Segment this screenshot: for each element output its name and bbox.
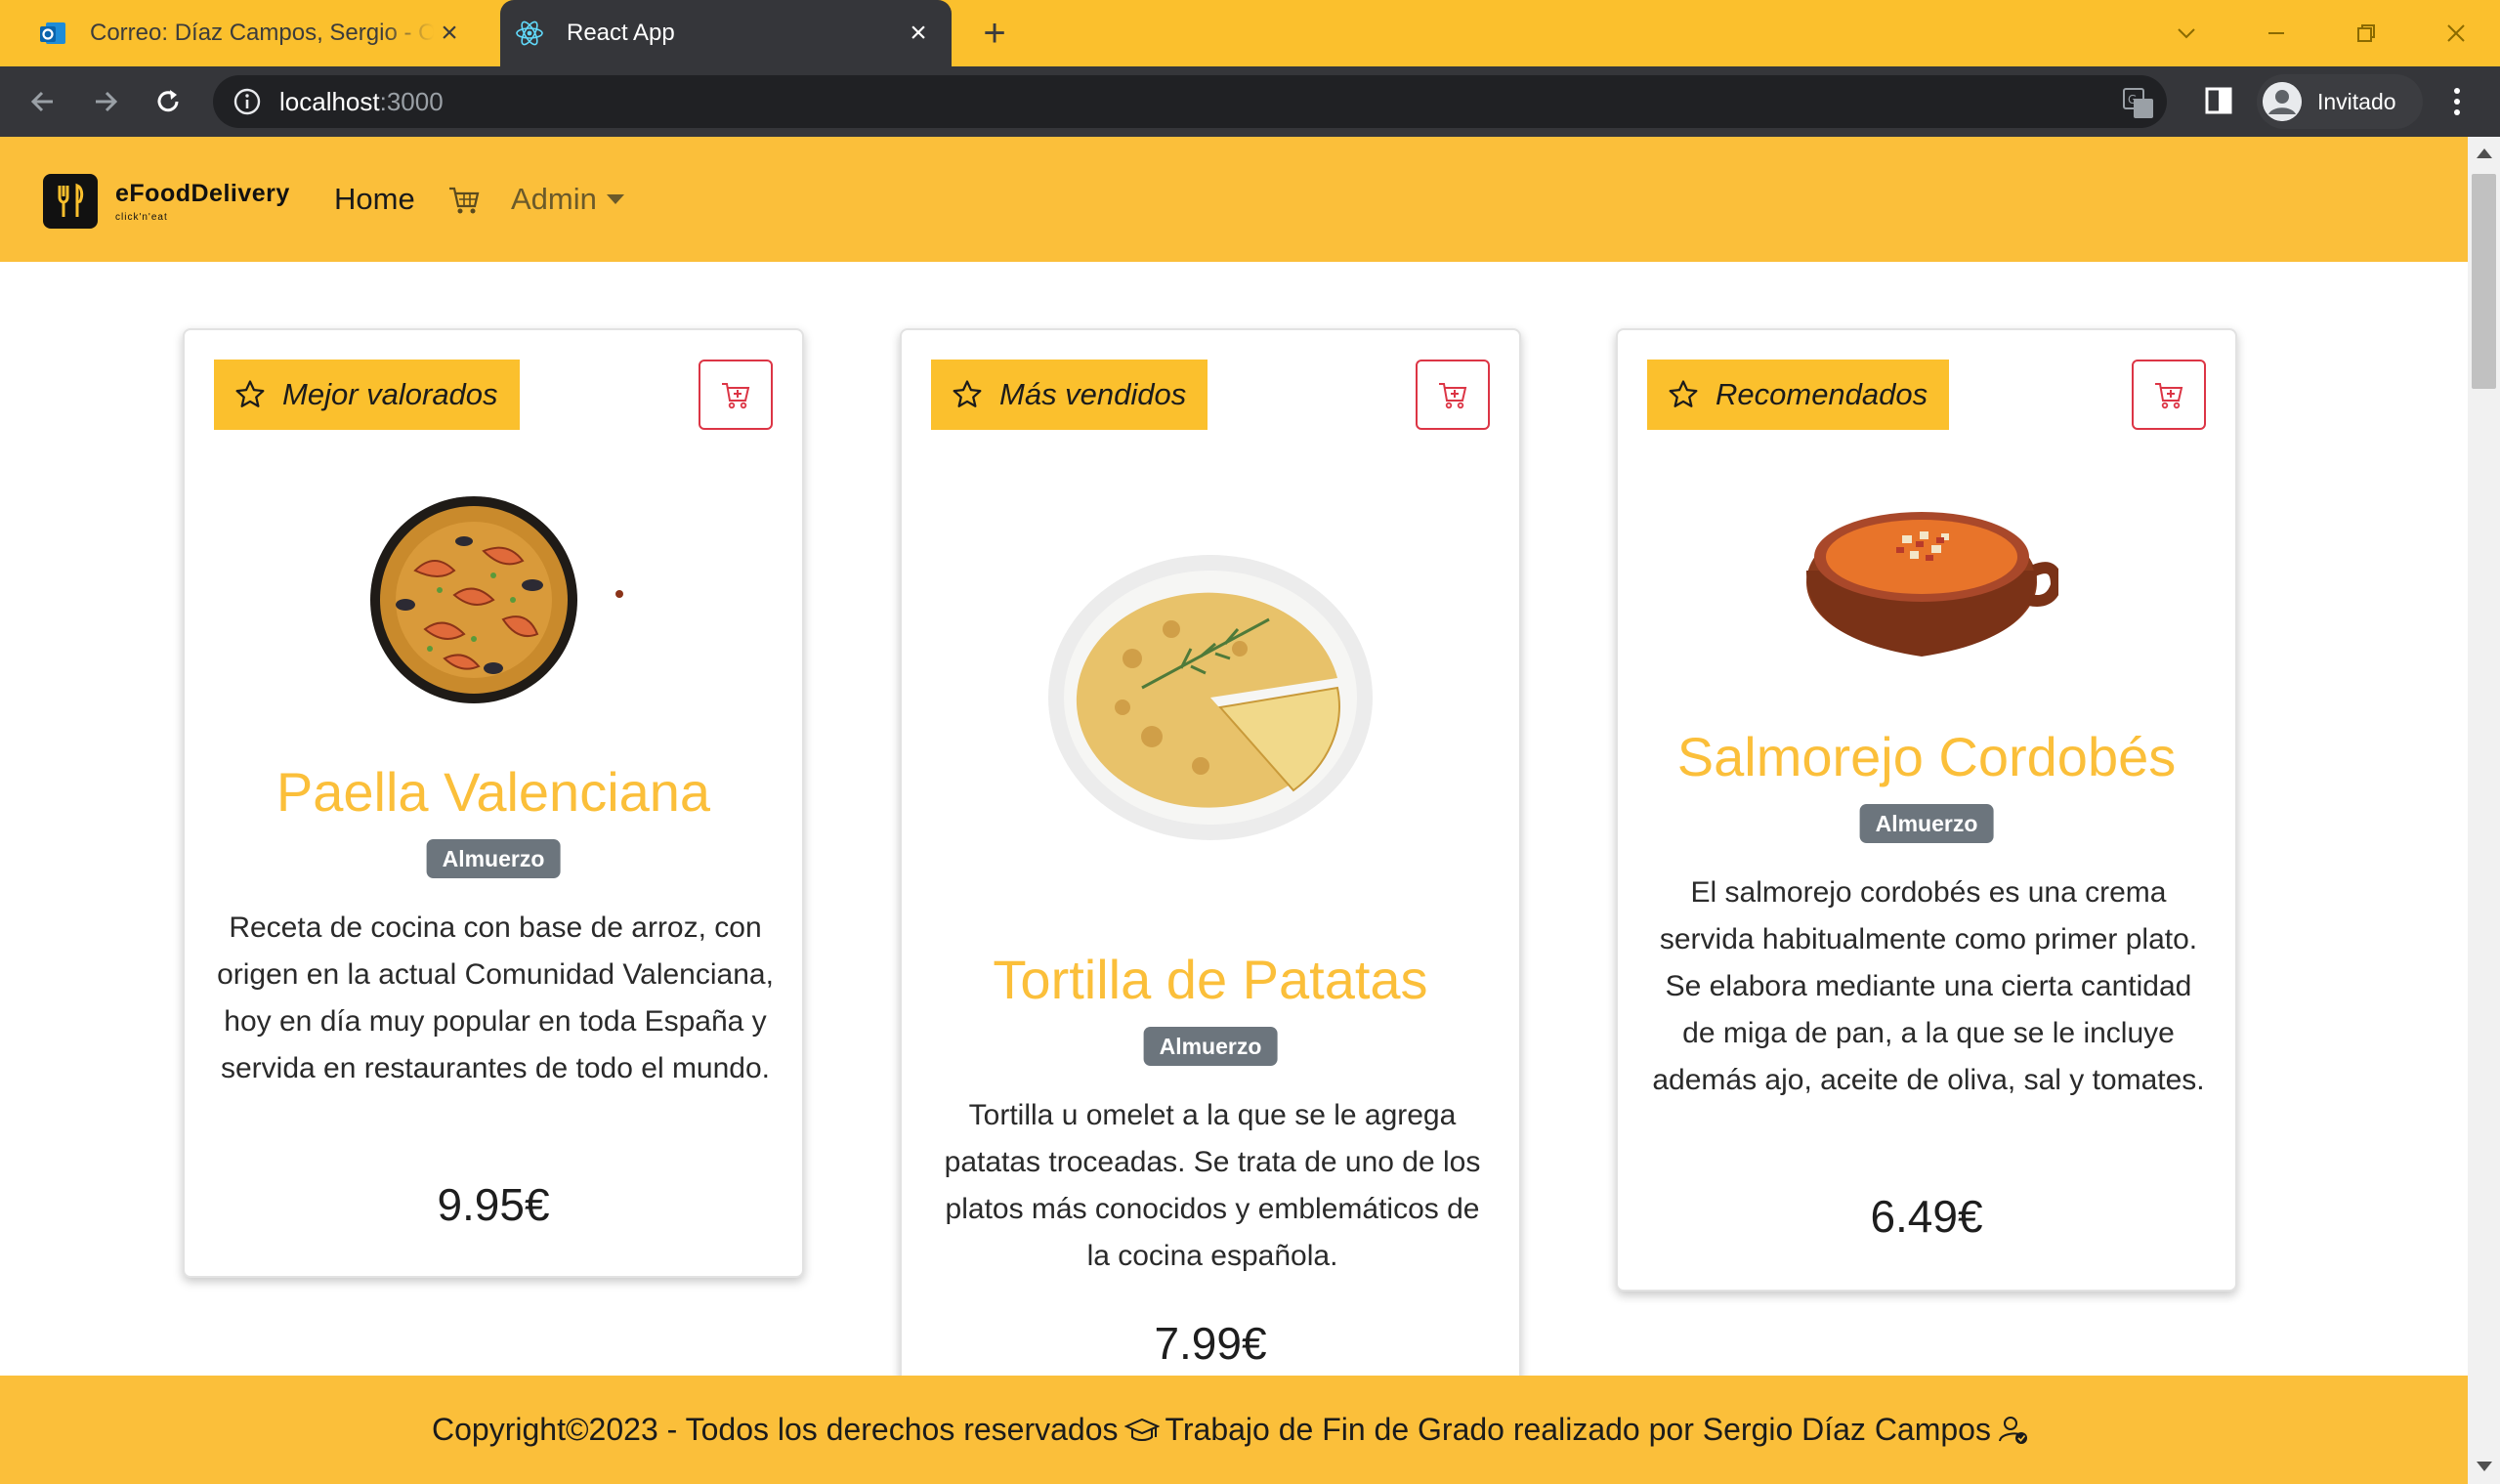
profile-button[interactable]: Invitado <box>2257 74 2423 129</box>
add-to-cart-button[interactable] <box>2132 360 2206 430</box>
site-footer: Copyright©2023 - Todos los derechos rese… <box>0 1376 2468 1484</box>
dish-description: Tortilla u omelet a la que se le agrega … <box>944 1099 1481 1272</box>
nav-home-link[interactable]: Home <box>334 182 415 217</box>
scroll-down-icon[interactable] <box>2477 1462 2492 1471</box>
tab-outlook[interactable]: Correo: Díaz Campos, Sergio - Outlook × <box>23 0 483 66</box>
dish-price: 9.95€ <box>437 1179 550 1230</box>
dish-description: El salmorejo cordobés es una crema servi… <box>1652 876 2205 1096</box>
add-to-cart-button[interactable] <box>699 360 773 430</box>
brand-name: eFoodDelivery <box>115 180 290 207</box>
brand-slogan: click'n'eat <box>115 212 168 223</box>
paella-image <box>185 492 802 707</box>
browser-tab-strip: Correo: Díaz Campos, Sergio - Outlook × … <box>0 0 2500 66</box>
page-viewport: eFoodDelivery click'n'eat Home Admin Mej… <box>0 137 2468 1484</box>
forward-icon[interactable] <box>84 80 127 123</box>
category-label: Mejor valorados <box>282 377 498 411</box>
page-scrollbar[interactable] <box>2468 137 2500 1484</box>
site-info-icon[interactable] <box>233 87 262 116</box>
close-icon[interactable]: × <box>903 18 934 49</box>
kebab-menu-icon[interactable] <box>2442 80 2472 123</box>
site-navbar: eFoodDelivery click'n'eat Home Admin <box>0 137 2468 262</box>
profile-label: Invitado <box>2317 88 2396 114</box>
scrollbar-thumb[interactable] <box>2472 174 2496 389</box>
meal-badge: Almuerzo <box>1143 1027 1278 1066</box>
fork-spoon-icon <box>43 174 98 229</box>
scroll-up-icon[interactable] <box>2477 148 2492 158</box>
product-card: Mejor valorados Paella Valenciana Almuer… <box>183 328 804 1278</box>
meal-badge: Almuerzo <box>426 839 561 878</box>
close-window-icon[interactable] <box>2427 8 2485 59</box>
star-icon <box>953 380 982 407</box>
tab-title: Correo: Díaz Campos, Sergio - Outlook <box>90 20 434 46</box>
minimize-icon[interactable] <box>2247 8 2306 59</box>
shopping-cart-icon[interactable] <box>447 184 481 217</box>
address-bar[interactable]: localhost:3000 <box>213 75 2167 128</box>
cart-plus-icon <box>2155 383 2183 409</box>
category-label: Recomendados <box>1716 377 1928 411</box>
category-badge: Recomendados <box>1647 360 1950 430</box>
close-icon[interactable]: × <box>434 18 465 49</box>
cart-plus-icon <box>722 383 750 409</box>
avatar <box>2263 82 2302 121</box>
nav-admin-label: Admin <box>511 182 597 216</box>
translate-icon[interactable]: G <box>2122 87 2155 120</box>
react-icon <box>514 18 545 49</box>
star-icon <box>235 380 265 407</box>
dish-name: Paella Valenciana <box>275 761 711 823</box>
reload-icon[interactable] <box>147 80 190 123</box>
caret-down-icon <box>606 194 624 204</box>
restore-icon[interactable] <box>2337 8 2395 59</box>
dish-price: 7.99€ <box>1154 1318 1267 1369</box>
category-badge: Mejor valorados <box>214 360 520 430</box>
salmorejo-image <box>1618 492 2235 668</box>
meal-badge: Almuerzo <box>1859 804 1994 843</box>
brand[interactable]: eFoodDelivery click'n'eat <box>43 174 290 229</box>
nav-admin-dropdown[interactable]: Admin <box>511 182 624 217</box>
product-card: Recomendados Salmorejo Cordobés Almuerzo… <box>1616 328 2237 1292</box>
tab-react-app[interactable]: React App × <box>500 0 952 66</box>
cart-plus-icon <box>1439 383 1467 409</box>
category-label: Más vendidos <box>999 377 1187 411</box>
dish-description: Receta de cocina con base de arroz, con … <box>217 912 774 1084</box>
url-host: localhost <box>279 86 380 116</box>
tab-title: React App <box>567 20 675 46</box>
person-check-icon <box>1998 1416 2027 1444</box>
add-to-cart-button[interactable] <box>1416 360 1490 430</box>
footer-copyright: Copyright©2023 - Todos los derechos rese… <box>432 1412 1119 1447</box>
dish-name: Salmorejo Cordobés <box>1676 726 2177 787</box>
category-badge: Más vendidos <box>931 360 1208 430</box>
dish-name: Tortilla de Patatas <box>993 949 1428 1010</box>
dish-price: 6.49€ <box>1870 1191 1983 1242</box>
tab-search-icon[interactable] <box>2157 8 2216 59</box>
svg-text:G: G <box>2128 93 2137 106</box>
back-icon[interactable] <box>21 80 64 123</box>
graduation-cap-icon <box>1123 1418 1160 1441</box>
new-tab-button[interactable]: + <box>975 14 1014 53</box>
browser-toolbar: localhost:3000 G Invitado <box>0 66 2500 137</box>
star-icon <box>1669 380 1698 407</box>
footer-credit: Trabajo de Fin de Grado realizado por Se… <box>1165 1412 1991 1447</box>
side-panel-icon[interactable] <box>2204 86 2233 115</box>
url-port: :3000 <box>379 86 444 116</box>
product-card: Más vendidos Tortilla de Patatas Almuerz… <box>900 328 1521 1403</box>
tortilla-image <box>902 551 1519 844</box>
outlook-icon <box>37 18 68 49</box>
